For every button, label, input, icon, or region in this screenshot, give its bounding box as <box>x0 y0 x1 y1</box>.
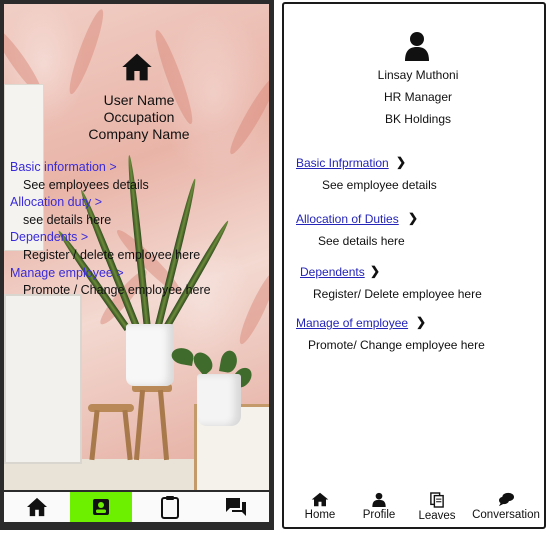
menu-link-basic-information[interactable]: Basic Infprmation <box>296 156 389 170</box>
nav-home[interactable] <box>8 492 66 522</box>
user-name: User Name <box>103 92 175 108</box>
left-profile-content: User Name Occupation Company Name Basic … <box>4 4 269 490</box>
menu-link-dependents[interactable]: Dependents <box>300 265 365 279</box>
menu-desc: Promote/ Change employee here <box>308 338 485 352</box>
occupation: Occupation <box>103 109 175 125</box>
menu-desc: Register/ Delete employee here <box>313 287 482 301</box>
menu-desc: see details here <box>23 212 112 227</box>
chat-icon <box>226 498 246 516</box>
home-icon <box>122 53 152 81</box>
left-screen: User Name Occupation Company Name Basic … <box>4 4 269 490</box>
menu-desc: See details here <box>318 234 405 248</box>
nav-leaves[interactable]: Leaves <box>416 492 458 527</box>
menu-link-manage-employee[interactable]: Manage employee > <box>10 265 265 283</box>
user-name: Linsay Muthoni <box>377 68 459 82</box>
person-icon <box>372 492 386 507</box>
menu-desc: Register / delete employee here <box>23 247 201 262</box>
menu-link-basic-information[interactable]: Basic information > <box>10 159 265 177</box>
profile-info: Linsay Muthoni HR Manager BK Holdings <box>344 64 492 130</box>
documents-icon <box>430 492 444 508</box>
nav-profile[interactable] <box>70 492 132 522</box>
profile-info: User Name Occupation Company Name <box>64 92 214 143</box>
menu-link-allocation-of-duties[interactable]: Allocation of Duties <box>296 212 399 226</box>
menu-link-allocation-duty[interactable]: Allocation duty > <box>10 194 265 212</box>
nav-home[interactable]: Home <box>300 492 340 527</box>
nav-label: Leaves <box>418 510 456 522</box>
home-icon <box>27 497 47 517</box>
menu-link-manage-of-employee[interactable]: Manage of employee <box>296 316 408 330</box>
chevron-right-icon: ❯ <box>408 211 419 225</box>
menu-desc: See employee details <box>322 178 437 192</box>
chevron-right-icon: ❯ <box>416 315 427 329</box>
nav-label: Conversation <box>472 509 540 521</box>
nav-label: Home <box>304 509 336 521</box>
nav-label: Profile <box>362 509 396 521</box>
left-phone-mockup: User Name Occupation Company Name Basic … <box>0 0 274 530</box>
chevron-right-icon: ❯ <box>396 155 407 169</box>
occupation: HR Manager <box>383 90 453 104</box>
nav-profile[interactable]: Profile <box>358 492 400 527</box>
left-bottom-nav <box>4 492 269 522</box>
clipboard-icon <box>161 496 179 519</box>
home-icon <box>311 492 329 507</box>
menu-link-dependents[interactable]: Dependents > <box>10 229 265 247</box>
nav-chat[interactable] <box>207 492 265 522</box>
right-wireframe-mockup: Linsay Muthoni HR Manager BK Holdings Ba… <box>282 2 546 529</box>
menu-desc: See employees details <box>23 177 149 192</box>
menu-desc: Promote / Change employee here <box>23 283 211 298</box>
chevron-right-icon: ❯ <box>370 264 381 278</box>
profile-badge-icon <box>93 499 109 515</box>
nav-conversation[interactable]: Conversation <box>470 492 542 527</box>
left-menu-list: Basic information > See employees detail… <box>10 159 265 300</box>
right-bottom-nav: Home Profile Leaves Conversation <box>284 492 544 527</box>
nav-clipboard[interactable] <box>141 492 199 522</box>
company-name: Company Name <box>88 126 190 142</box>
person-avatar-icon <box>405 32 429 61</box>
chat-bubbles-icon <box>498 492 514 507</box>
company-name: BK Holdings <box>384 112 452 126</box>
